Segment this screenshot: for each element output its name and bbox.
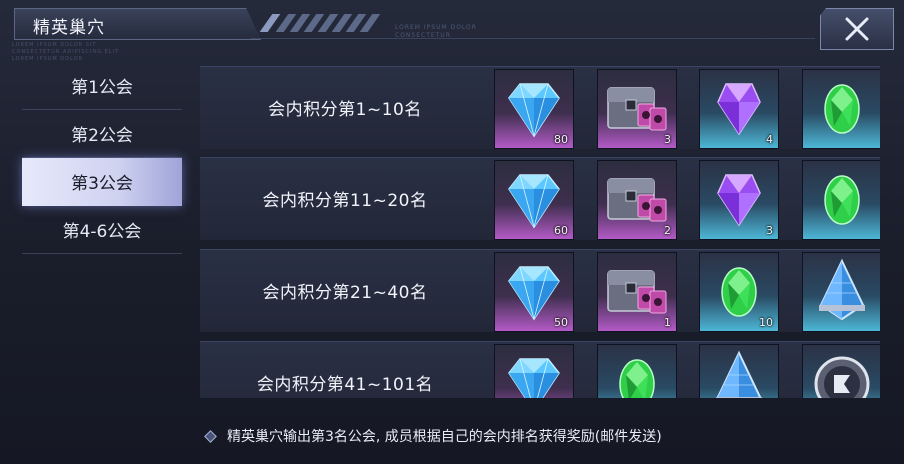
item-quantity: 50 [554, 316, 568, 329]
lorem-left-line: CONSECTETUR ADIPISCING ELIT [12, 49, 120, 55]
reward-row: 会内积分第21~40名 50 1 10 [200, 249, 880, 332]
reward-list[interactable]: 会内积分第1~10名 80 3 4 会内积分第11~20名 60 2 3 会内积… [200, 66, 880, 398]
reward-rank-label: 会内积分第1~10名 [268, 100, 422, 120]
reward-item-slot[interactable] [802, 160, 880, 240]
sidebar-item-label: 第1公会 [71, 78, 133, 98]
reward-item-slot[interactable]: 2 [597, 160, 677, 240]
window-frame: 精英巢穴 LOREM IPSUM DOLOR CONSECTETUR LOREM… [0, 0, 904, 464]
reward-rank-label: 会内积分第41~101名 [256, 375, 434, 395]
sidebar-item-label: 第2公会 [71, 126, 133, 146]
reward-row: 会内积分第1~10名 80 3 4 [200, 66, 880, 149]
lorem-left-line: LOREM IPSUM DOLOR SIT [12, 42, 97, 48]
reward-rank-label: 会内积分第11~20名 [262, 191, 428, 211]
item-quantity: 3 [766, 224, 773, 237]
item-quantity: 4 [766, 133, 773, 146]
close-icon [845, 17, 869, 41]
reward-item-slot[interactable] [699, 344, 779, 398]
reward-rank-label: 会内积分第21~40名 [262, 283, 428, 303]
reward-item-slot[interactable] [597, 344, 677, 398]
item-quantity: 60 [554, 224, 568, 237]
reward-item-slot[interactable]: 4 [699, 69, 779, 149]
reward-item-slot[interactable] [494, 344, 574, 398]
reward-item-slot[interactable]: 3 [597, 69, 677, 149]
reward-item-slot[interactable]: 3 [699, 160, 779, 240]
item-quantity: 3 [664, 133, 671, 146]
footer-text: 精英巢穴输出第3名公会, 成员根据自己的会内排名获得奖励(邮件发送) [227, 429, 662, 445]
header-stripes-decoration [259, 12, 382, 34]
reward-item-slot[interactable] [802, 69, 880, 149]
close-button[interactable] [820, 8, 894, 50]
item-quantity: 80 [554, 133, 568, 146]
sidebar-item-guild-3[interactable]: 第3公会 [22, 158, 182, 206]
reward-item-slot[interactable]: 60 [494, 160, 574, 240]
guild-rank-sidebar: 第1公会 第2公会 第3公会 第4-6公会 [22, 62, 182, 254]
sidebar-item-label: 第3公会 [71, 174, 133, 194]
reward-row: 会内积分第41~101名 [200, 341, 880, 398]
item-quantity: 10 [759, 316, 773, 329]
lorem-top-line: LOREM IPSUM DOLOR [395, 24, 477, 31]
reward-item-slot[interactable]: 10 [699, 252, 779, 332]
title-tab: 精英巢穴 [14, 8, 261, 40]
footer-note: 精英巢穴输出第3名公会, 成员根据自己的会内排名获得奖励(邮件发送) [204, 426, 662, 446]
sidebar-item-guild-2[interactable]: 第2公会 [22, 110, 182, 158]
item-quantity: 1 [664, 316, 671, 329]
sidebar-item-guild-4-6[interactable]: 第4-6公会 [22, 206, 182, 254]
lorem-left-decoration: LOREM IPSUM DOLOR SIT CONSECTETUR ADIPIS… [12, 42, 119, 63]
sidebar-item-label: 第4-6公会 [62, 222, 142, 242]
diamond-bullet-icon [204, 429, 217, 443]
reward-item-slot[interactable]: 80 [494, 69, 574, 149]
reward-item-slot[interactable] [802, 344, 880, 398]
header-divider [250, 38, 815, 39]
sidebar-item-guild-1[interactable]: 第1公会 [22, 62, 182, 110]
window-title: 精英巢穴 [33, 18, 105, 38]
reward-row: 会内积分第11~20名 60 2 3 [200, 157, 880, 240]
reward-item-slot[interactable]: 1 [597, 252, 677, 332]
item-quantity: 2 [664, 224, 671, 237]
reward-item-slot[interactable]: 50 [494, 252, 574, 332]
reward-item-slot[interactable] [802, 252, 880, 332]
